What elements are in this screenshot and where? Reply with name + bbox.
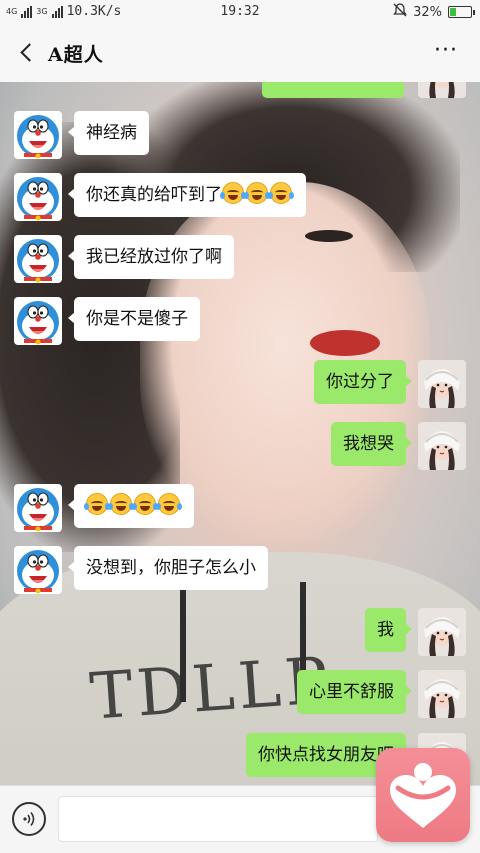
message-row: 你是不是傻子 — [14, 297, 200, 345]
message-row: 你过分了 — [314, 360, 466, 408]
avatar-contact[interactable] — [14, 546, 62, 594]
message-bubble-outgoing[interactable]: 你过分了 — [314, 360, 412, 404]
message-bubble-incoming[interactable]: 我已经放过你了啊 — [68, 235, 234, 279]
message-bubble-outgoing[interactable]: 我想哭 — [331, 422, 412, 466]
avatar-contact[interactable] — [14, 297, 62, 345]
message-text: 我 — [377, 620, 394, 640]
voice-button[interactable] — [12, 802, 46, 836]
laughing-crying-emoji — [156, 493, 182, 515]
voice-icon — [23, 812, 35, 826]
message-text: 神经病 — [86, 123, 137, 143]
avatar-contact[interactable] — [14, 111, 62, 159]
emoji-group — [84, 493, 182, 516]
laughing-crying-emoji — [132, 493, 158, 515]
background-photo-lips — [310, 330, 380, 356]
message-bubble-outgoing[interactable]: 心里不舒服 — [297, 670, 412, 714]
message-text: 我想哭 — [343, 434, 394, 454]
avatar-contact[interactable] — [14, 235, 62, 283]
avatar-self[interactable] — [418, 670, 466, 718]
message-row: 我已经放过你了啊 — [14, 235, 234, 283]
more-button[interactable]: ··· — [434, 40, 458, 62]
message-row: 没想到，你胆子怎么小 — [14, 546, 268, 594]
avatar-self[interactable] — [418, 422, 466, 470]
message-bubble-incoming[interactable] — [68, 484, 194, 528]
message-bubble-incoming[interactable]: 你是不是傻子 — [68, 297, 200, 341]
message-text: 我已经放过你了啊 — [86, 247, 222, 267]
message-text: 你过分了 — [326, 372, 394, 392]
message-row: 心里不舒服 — [297, 670, 466, 718]
mute-bell-icon — [393, 3, 407, 21]
battery-percent: 32% — [413, 4, 442, 20]
avatar-self[interactable] — [418, 360, 466, 408]
chevron-left-icon — [19, 42, 39, 62]
laughing-crying-emoji — [84, 493, 110, 515]
laughing-crying-emoji — [268, 182, 294, 204]
message-row — [14, 484, 194, 532]
message-bubble-incoming[interactable]: 你还真的给吓到了 — [68, 173, 306, 217]
status-bar: 4G 3G 10.3K/s 19:32 32% — [0, 0, 480, 24]
message-row: 我想哭 — [331, 422, 466, 470]
message-bubble-outgoing[interactable]: 我 — [365, 608, 412, 652]
message-text: 心里不舒服 — [309, 682, 394, 702]
message-bubble-incoming[interactable]: 神经病 — [68, 111, 149, 155]
message-row: 你还真的给吓到了 — [14, 173, 306, 221]
message-bubble-incoming[interactable]: 没想到，你胆子怎么小 — [68, 546, 268, 590]
background-photo-eye — [305, 230, 353, 242]
message-bubble-partial[interactable] — [262, 82, 404, 98]
chat-header: A超人 ··· — [0, 24, 480, 82]
emoji-group — [220, 182, 294, 205]
laughing-crying-emoji — [220, 182, 246, 204]
battery-icon — [448, 6, 475, 18]
floating-heart-app-button[interactable] — [376, 748, 470, 842]
message-text: 你是不是傻子 — [86, 309, 188, 329]
avatar-contact[interactable] — [14, 484, 62, 532]
message-row: 我 — [365, 608, 466, 656]
message-row: 神经病 — [14, 111, 149, 159]
message-text: 没想到，你胆子怎么小 — [86, 558, 256, 578]
avatar-contact[interactable] — [14, 173, 62, 221]
avatar-self[interactable] — [418, 608, 466, 656]
back-button[interactable] — [10, 36, 42, 68]
message-input[interactable] — [58, 796, 378, 842]
avatar-self[interactable] — [418, 82, 466, 98]
heart-app-icon — [390, 763, 456, 828]
message-text: 你快点找女朋友吧 — [258, 745, 394, 765]
message-text: 你还真的给吓到了 — [86, 185, 222, 205]
laughing-crying-emoji — [244, 182, 270, 204]
laughing-crying-emoji — [108, 493, 134, 515]
chat-title: A超人 — [48, 44, 104, 66]
